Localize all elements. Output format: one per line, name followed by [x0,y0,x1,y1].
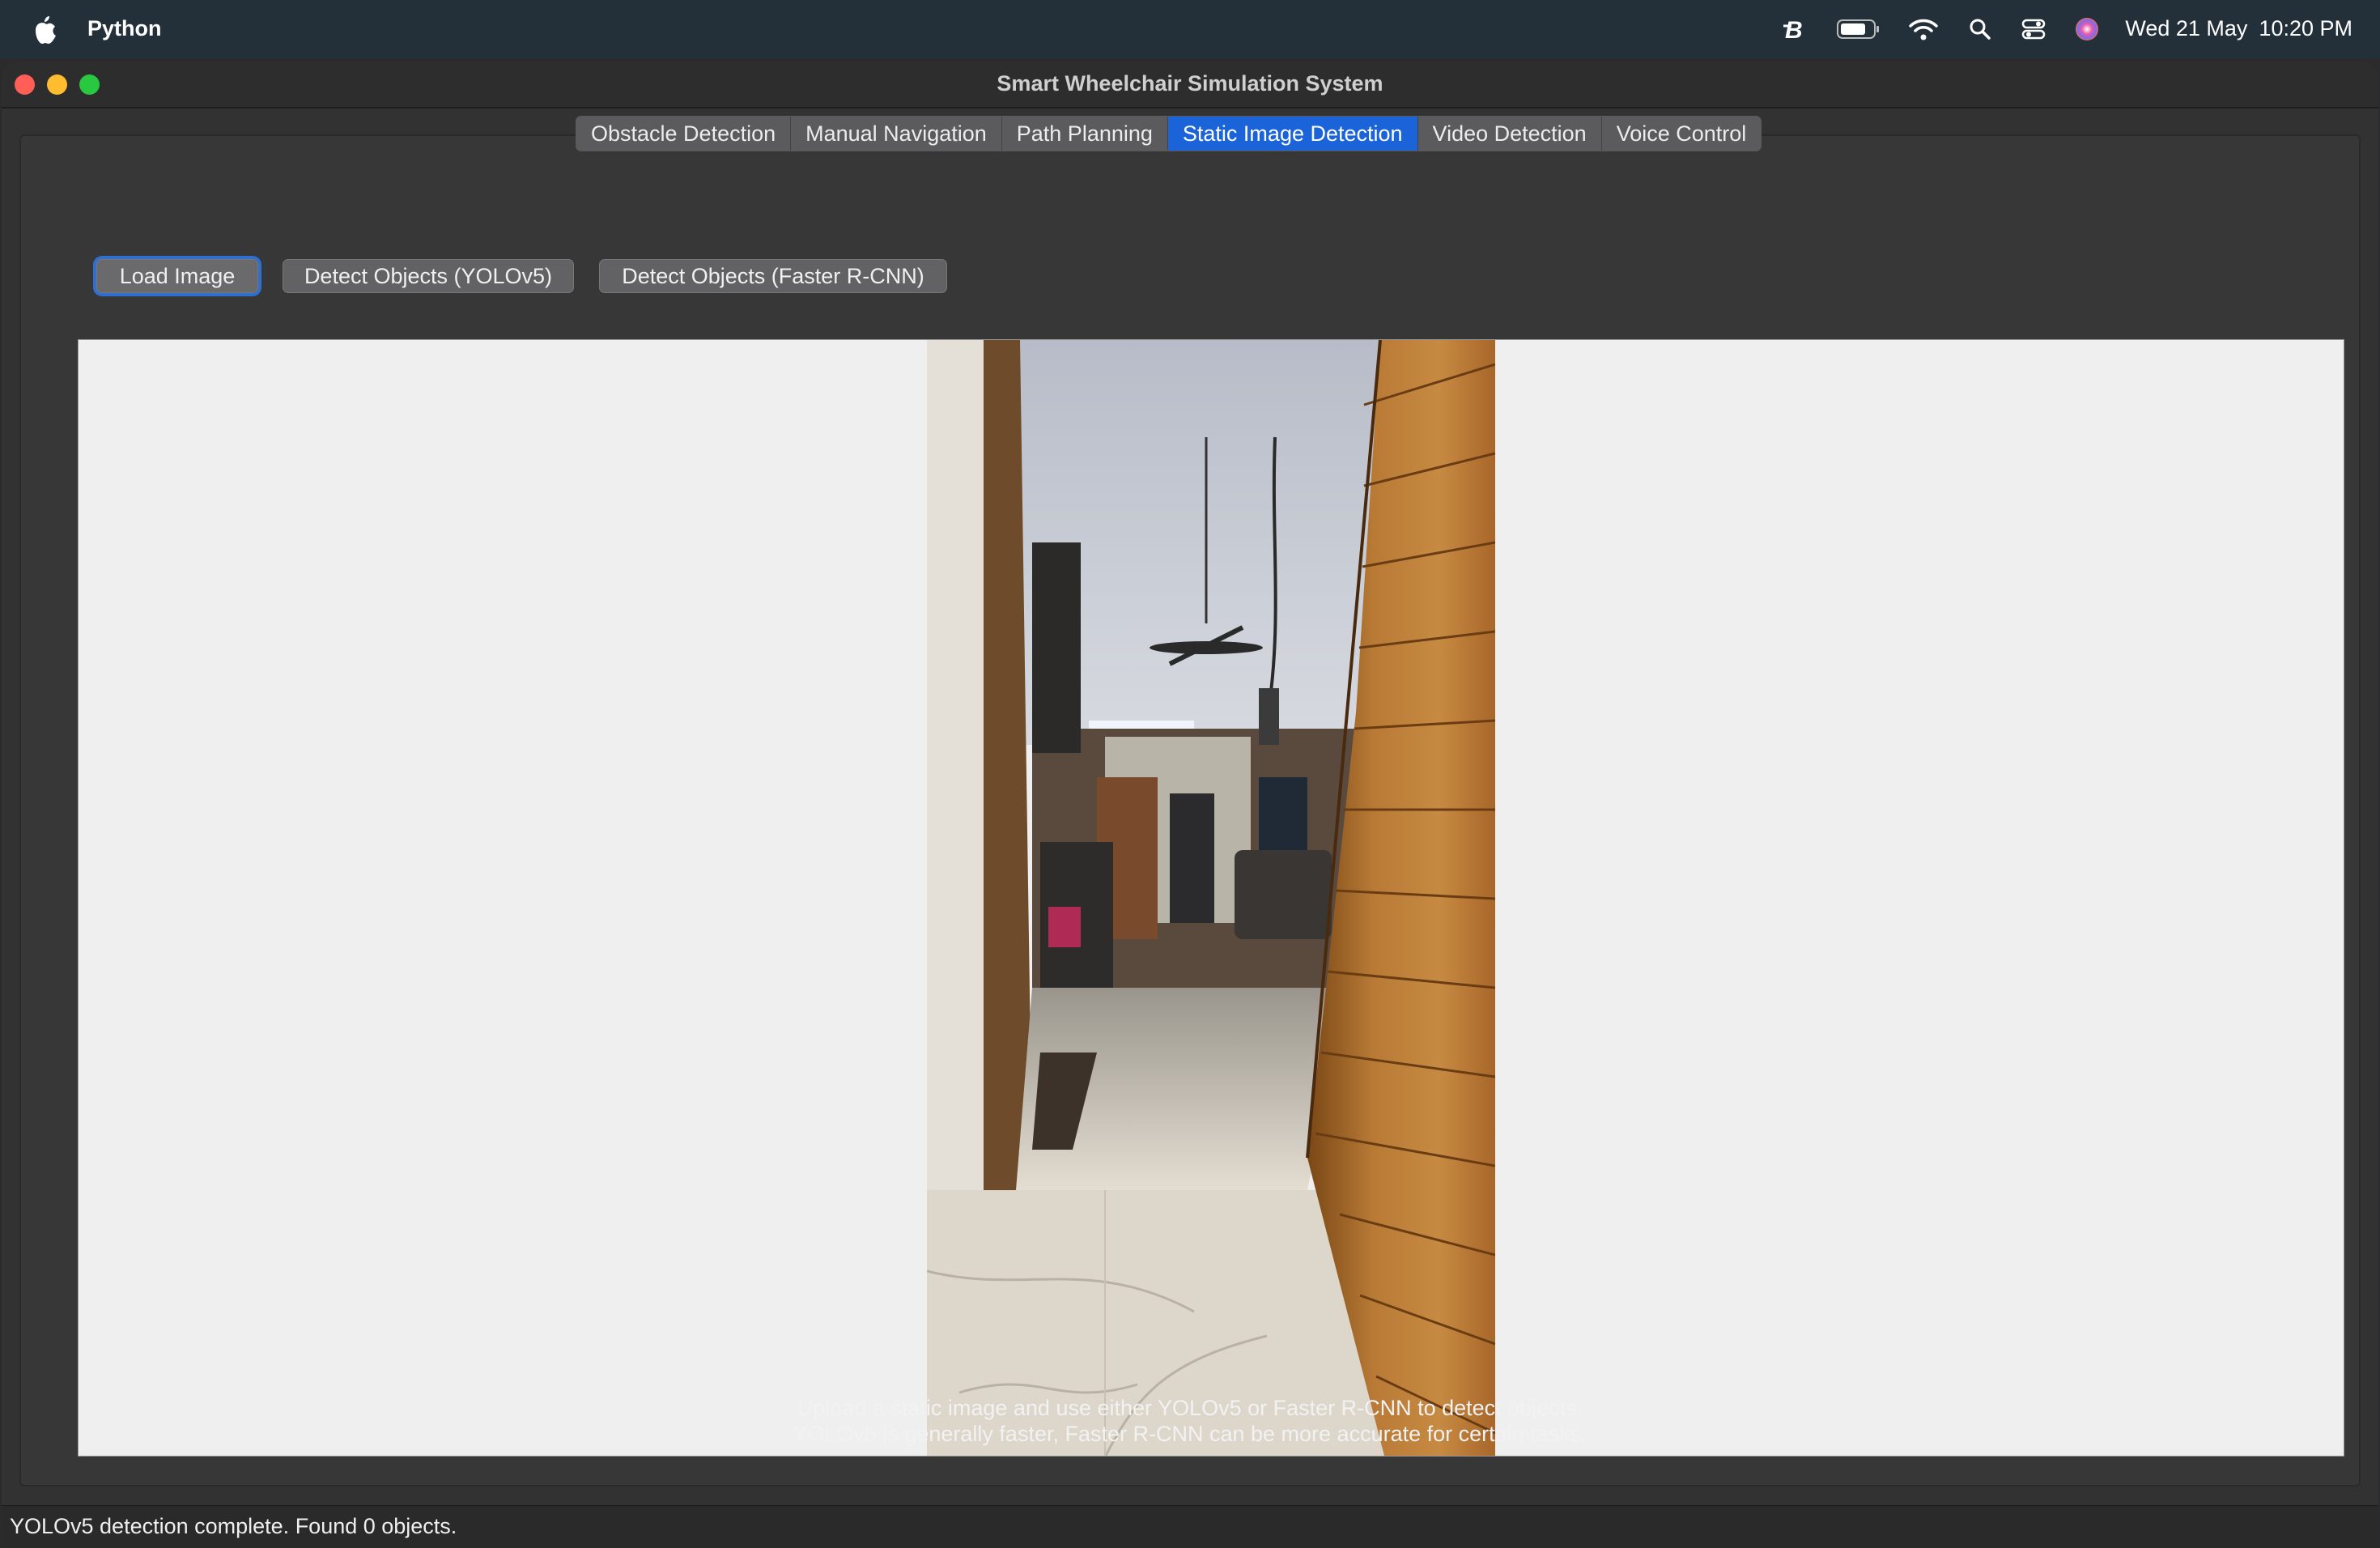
window-title: Smart Wheelchair Simulation System [997,71,1383,96]
wifi-icon[interactable] [1907,13,1940,45]
tab-manual-navigation[interactable]: Manual Navigation [791,117,1002,151]
tab-content-pane: Load Image Detect Objects (YOLOv5) Detec… [19,134,2361,1486]
search-icon[interactable] [1966,13,1995,45]
battery-icon[interactable] [1836,13,1881,45]
tab-voice-control[interactable]: Voice Control [1602,117,1762,151]
image-display-area [78,339,2344,1457]
detect-yolo-button[interactable]: Detect Objects (YOLOv5) [283,259,574,293]
load-image-button[interactable]: Load Image [96,259,258,293]
hallway-photo [927,340,1495,1456]
siri-icon[interactable] [2072,13,2102,45]
clock-date: Wed 21 May [2125,16,2248,40]
tab-video-detection[interactable]: Video Detection [1418,117,1602,151]
apple-icon[interactable] [32,13,58,45]
clock-time: 10:20 PM [2259,16,2352,40]
menu-bar: Python B Wed 21 May 10:20 PM [0,0,2380,58]
tab-static-image-detection[interactable]: Static Image Detection [1167,117,1418,151]
status-message: YOLOv5 detection complete. Found 0 objec… [10,1514,457,1538]
b-icon[interactable]: B [1781,13,1810,45]
tab-bar: Obstacle Detection Manual Navigation Pat… [576,116,1762,151]
title-bar[interactable]: Smart Wheelchair Simulation System [2,62,2378,108]
menu-clock[interactable]: Wed 21 May 10:20 PM [2114,16,2352,41]
app-menu-name[interactable]: Python [87,16,162,41]
instruction-line-2: YOLOv5 is generally faster, Faster R-CNN… [793,1422,1587,1446]
loaded-image [927,340,1495,1456]
tab-path-planning[interactable]: Path Planning [1002,117,1168,151]
svg-text:B: B [1785,17,1803,42]
tab-obstacle-detection[interactable]: Obstacle Detection [576,117,792,151]
status-bar: YOLOv5 detection complete. Found 0 objec… [2,1505,2378,1548]
detect-faster-rcnn-button[interactable]: Detect Objects (Faster R-CNN) [599,259,947,293]
control-center-icon[interactable] [2019,13,2048,45]
app-window: Smart Wheelchair Simulation System Load … [2,62,2378,1548]
instruction-line-1: Upload a static image and use either YOL… [797,1396,1583,1420]
